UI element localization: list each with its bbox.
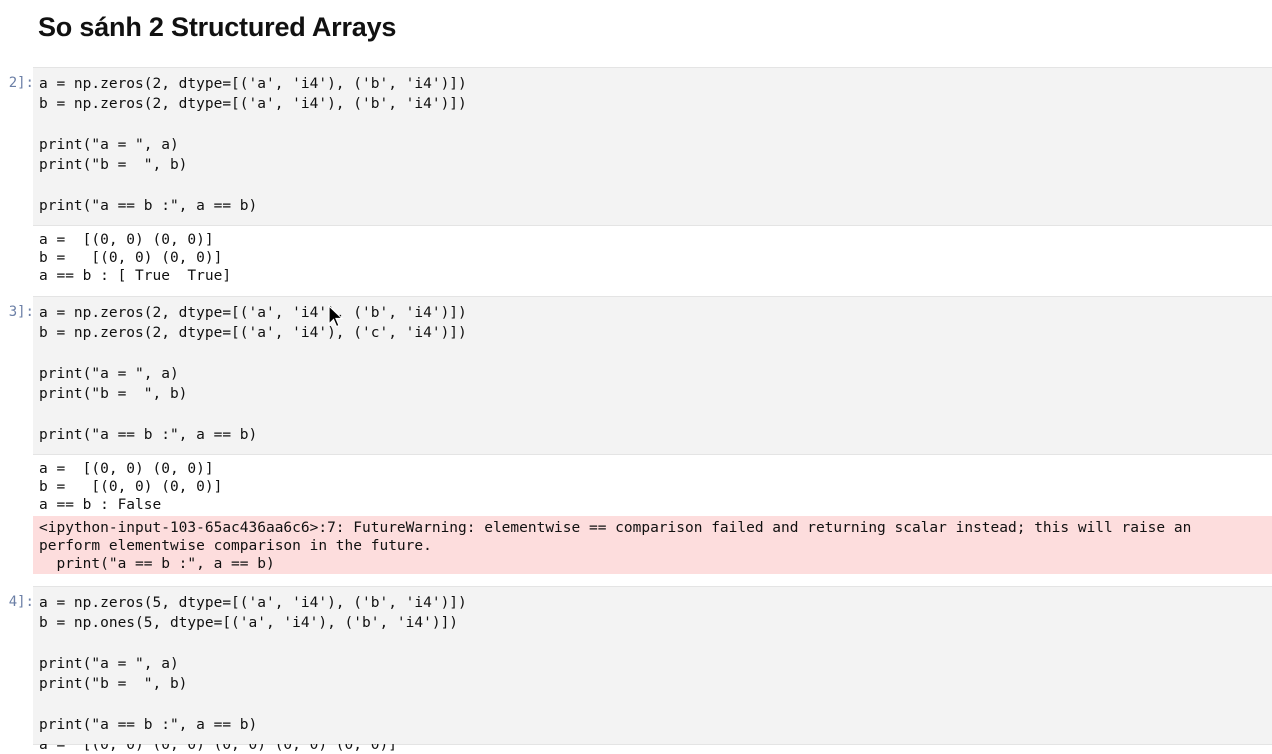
warning-line: perform elementwise comparison in the fu…	[39, 538, 432, 554]
code-line: print("a = ", a)	[39, 655, 179, 672]
code-editor[interactable]: a = np.zeros(5, dtype=[('a', 'i4'), ('b'…	[39, 593, 467, 735]
code-cell[interactable]: a = np.zeros(5, dtype=[('a', 'i4'), ('b'…	[33, 586, 1272, 745]
output-line: b = [(0, 0) (0, 0)]	[39, 250, 223, 266]
warning-output: <ipython-input-103-65ac436aa6c6>:7: Futu…	[33, 516, 1272, 574]
code-line: print("a == b :", a == b)	[39, 197, 258, 214]
output-area: a = [(0, 0) (0, 0) (0, 0) (0, 0) (0, 0)]	[33, 744, 1272, 754]
code-line: b = np.ones(5, dtype=[('a', 'i4'), ('b',…	[39, 615, 459, 632]
code-line: print("a == b :", a == b)	[39, 426, 258, 443]
output-line: a = [(0, 0) (0, 0)]	[39, 232, 214, 248]
warning-line: print("a == b :", a == b)	[39, 556, 275, 572]
code-line: print("b = ", b)	[39, 157, 188, 174]
code-line: print("b = ", b)	[39, 386, 188, 403]
code-line: print("a == b :", a == b)	[39, 716, 258, 733]
code-line: print("a = ", a)	[39, 365, 179, 382]
output-line: a == b : [ True True]	[39, 268, 232, 284]
code-editor[interactable]: a = np.zeros(2, dtype=[('a', 'i4'), ('b'…	[39, 303, 467, 445]
code-line: a = np.zeros(2, dtype=[('a', 'i4'), ('b'…	[39, 76, 467, 92]
output-line: a == b : False	[39, 497, 162, 513]
code-line: a = np.zeros(5, dtype=[('a', 'i4'), ('b'…	[39, 595, 467, 611]
section-heading: So sánh 2 Structured Arrays	[38, 12, 397, 42]
code-line: print("b = ", b)	[39, 676, 188, 693]
code-line: b = np.zeros(2, dtype=[('a', 'i4'), ('c'…	[39, 325, 467, 342]
output-line: b = [(0, 0) (0, 0)]	[39, 479, 223, 495]
mouse-pointer-icon	[328, 305, 344, 328]
code-cell[interactable]: a = np.zeros(2, dtype=[('a', 'i4'), ('b'…	[33, 296, 1272, 455]
code-editor[interactable]: a = np.zeros(2, dtype=[('a', 'i4'), ('b'…	[39, 74, 467, 216]
code-line: print("a = ", a)	[39, 136, 179, 153]
code-line: b = np.zeros(2, dtype=[('a', 'i4'), ('b'…	[39, 96, 467, 113]
output-line: a = [(0, 0) (0, 0) (0, 0) (0, 0) (0, 0)]	[39, 744, 397, 753]
output-area: a = [(0, 0) (0, 0)] b = [(0, 0) (0, 0)] …	[33, 454, 1272, 516]
code-cell[interactable]: a = np.zeros(2, dtype=[('a', 'i4'), ('b'…	[33, 67, 1272, 226]
warning-line: <ipython-input-103-65ac436aa6c6>:7: Futu…	[39, 520, 1192, 536]
output-line: a = [(0, 0) (0, 0)]	[39, 461, 214, 477]
output-area: a = [(0, 0) (0, 0)] b = [(0, 0) (0, 0)] …	[33, 225, 1272, 293]
code-line: a = np.zeros(2, dtype=[('a', 'i4'), ('b'…	[39, 305, 467, 321]
